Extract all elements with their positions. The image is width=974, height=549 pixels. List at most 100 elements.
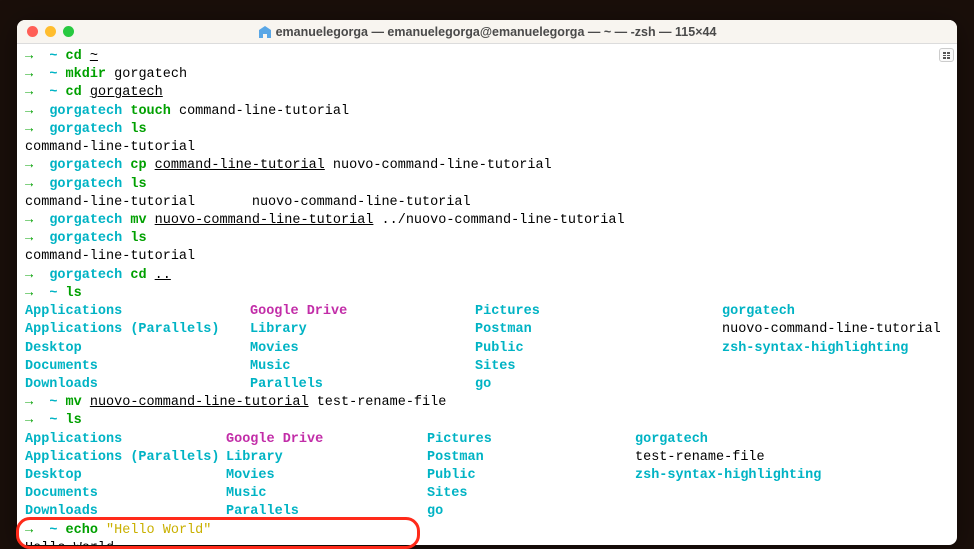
ls-entry: Parallels	[226, 503, 427, 521]
cmd: ls	[130, 122, 146, 137]
echo-command-1: → ~ echo "Hello World"	[25, 522, 949, 540]
ls-row: DesktopMoviesPubliczsh-syntax-highlighti…	[25, 467, 949, 485]
cmd: mkdir	[66, 67, 107, 82]
ls-row: DownloadsParallelsgo	[25, 376, 949, 394]
echo-string: "Hello World"	[106, 523, 211, 538]
ls-entry: zsh-syntax-highlighting	[635, 467, 821, 485]
ls-entry: Music	[226, 485, 427, 503]
ls-row: ApplicationsGoogle DrivePicturesgorgatec…	[25, 431, 949, 449]
prompt-arrow: →	[25, 286, 33, 301]
cmd: ls	[66, 286, 82, 301]
cmd: ls	[130, 177, 146, 192]
terminal-content[interactable]: → ~ cd ~→ ~ mkdir gorgatech→ ~ cd gorgat…	[17, 44, 957, 545]
ls-entry: go	[475, 376, 722, 394]
cmd: ls	[66, 413, 82, 428]
cmd-arg: ~	[90, 49, 98, 64]
ls-entry: Sites	[427, 485, 635, 503]
terminal-line: → gorgatech ls	[25, 121, 949, 139]
cmd-arg2: nuovo-command-line-tutorial	[333, 158, 552, 173]
ls-entry: go	[427, 503, 635, 521]
prompt-arrow: →	[25, 67, 33, 82]
prompt-arrow: →	[25, 104, 33, 119]
cwd: gorgatech	[49, 158, 122, 173]
prompt-arrow: →	[25, 122, 33, 137]
ls-entry: Library	[226, 449, 427, 467]
window-title: emanuelegorga — emanuelegorga@emanuelego…	[17, 25, 957, 39]
ls-entry: test-rename-file	[635, 449, 765, 467]
ls-entry: Pictures	[427, 431, 635, 449]
prompt-arrow: →	[25, 158, 33, 173]
cwd: ~	[49, 523, 57, 538]
echo-output: Hello World	[25, 540, 949, 545]
ls-entry: Google Drive	[250, 303, 475, 321]
terminal-line: → ~ mkdir gorgatech	[25, 66, 949, 84]
minimize-button[interactable]	[45, 26, 56, 37]
close-button[interactable]	[27, 26, 38, 37]
prompt-arrow: →	[25, 395, 33, 410]
terminal-line: → gorgatech cp command-line-tutorial nuo…	[25, 157, 949, 175]
title-bar: emanuelegorga — emanuelegorga@emanuelego…	[17, 20, 957, 44]
ls-output-a: ApplicationsGoogle DrivePicturesgorgatec…	[25, 303, 949, 394]
cwd: gorgatech	[49, 104, 122, 119]
ls-entry: Sites	[475, 358, 722, 376]
cwd: gorgatech	[49, 122, 122, 137]
traffic-lights	[27, 26, 74, 37]
cwd: ~	[49, 67, 57, 82]
ls-entry: Applications (Parallels)	[25, 321, 250, 339]
cmd: cd	[130, 268, 146, 283]
ls-entry: Applications	[25, 431, 226, 449]
cmd-arg2: test-rename-file	[317, 395, 447, 410]
ls-entry: Movies	[226, 467, 427, 485]
prompt-arrow: →	[25, 523, 33, 538]
ls-entry: Applications (Parallels)	[25, 449, 226, 467]
terminal-line: command-line-tutorial	[25, 139, 949, 157]
prompt-arrow: →	[25, 177, 33, 192]
ls-entry: Public	[475, 340, 722, 358]
cmd-echo: echo	[66, 523, 98, 538]
ls-entry: Desktop	[25, 340, 250, 358]
terminal-line: → gorgatech mv nuovo-command-line-tutori…	[25, 212, 949, 230]
scroll-indicator[interactable]	[939, 48, 954, 62]
prompt-arrow: →	[25, 231, 33, 246]
cmd-arg: ..	[155, 268, 171, 283]
cmd: mv	[66, 395, 82, 410]
cmd: touch	[130, 104, 171, 119]
ls-entry: Postman	[475, 321, 722, 339]
cmd: cp	[130, 158, 146, 173]
terminal-line: → gorgatech ls	[25, 230, 949, 248]
ls-entry: Downloads	[25, 376, 250, 394]
cmd: cd	[66, 85, 82, 100]
ls-row: DocumentsMusicSites	[25, 485, 949, 503]
terminal-lines-mid: → ~ mv nuovo-command-line-tutorial test-…	[25, 394, 949, 430]
ls-output-b: ApplicationsGoogle DrivePicturesgorgatec…	[25, 431, 949, 522]
cwd: ~	[49, 49, 57, 64]
terminal-line: → ~ ls	[25, 412, 949, 430]
cwd: gorgatech	[49, 268, 122, 283]
terminal-line: → ~ cd gorgatech	[25, 84, 949, 102]
ls-entry: Public	[427, 467, 635, 485]
ls-row: DesktopMoviesPubliczsh-syntax-highlighti…	[25, 340, 949, 358]
terminal-line: → ~ ls	[25, 285, 949, 303]
prompt-arrow: →	[25, 49, 33, 64]
maximize-button[interactable]	[63, 26, 74, 37]
terminal-line: command-line-tutorial	[25, 248, 949, 266]
cmd-arg: gorgatech	[114, 67, 187, 82]
cmd-arg: command-line-tutorial	[155, 158, 325, 173]
cmd: mv	[130, 213, 146, 228]
ls-entry: nuovo-command-line-tutorial	[722, 321, 941, 339]
cmd-arg: command-line-tutorial	[179, 104, 349, 119]
cmd-arg: gorgatech	[90, 85, 163, 100]
ls-row: DocumentsMusicSites	[25, 358, 949, 376]
ls-row: ApplicationsGoogle DrivePicturesgorgatec…	[25, 303, 949, 321]
ls-row: Applications (Parallels)LibraryPostmante…	[25, 449, 949, 467]
ls-entry: Google Drive	[226, 431, 427, 449]
ls-entry: gorgatech	[635, 431, 708, 449]
ls-entry: Applications	[25, 303, 250, 321]
ls-entry: Library	[250, 321, 475, 339]
terminal-line: → ~ cd ~	[25, 48, 949, 66]
prompt-arrow: →	[25, 85, 33, 100]
cwd: gorgatech	[49, 177, 122, 192]
ls-entry: Documents	[25, 485, 226, 503]
home-icon	[258, 26, 272, 38]
cmd: cd	[66, 49, 82, 64]
